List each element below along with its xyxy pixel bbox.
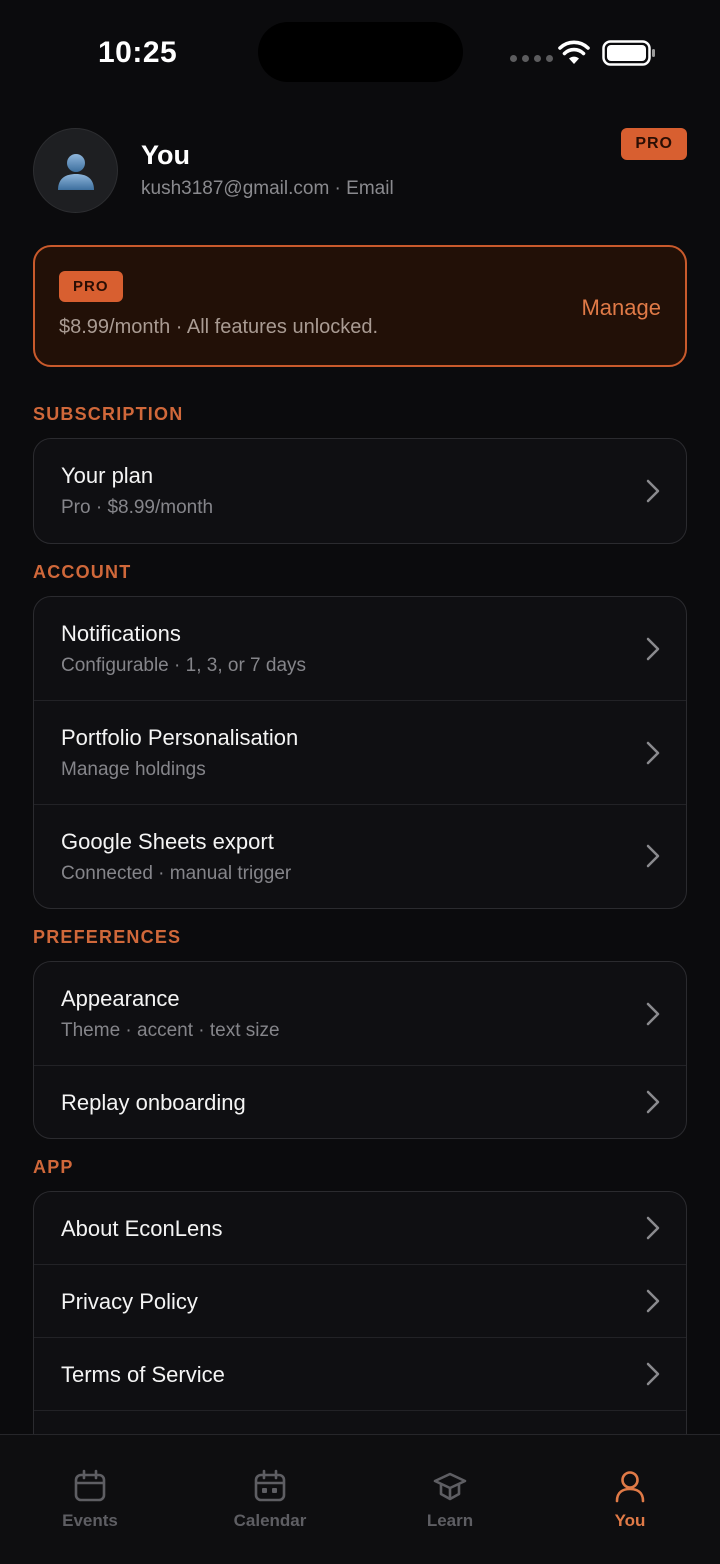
section-label-app: APP [33, 1157, 74, 1177]
bottom-tab-bar: Events Calendar Learn You [0, 1434, 720, 1564]
row-google-sheets-export[interactable]: Google Sheets export Connected · manual … [34, 805, 686, 907]
row-subtitle: Pro · $8.99/month [61, 497, 214, 518]
battery-icon [602, 40, 655, 66]
user-silhouette-icon [57, 153, 94, 190]
chevron-right-icon [646, 1090, 660, 1114]
row-title: Google Sheets export [61, 829, 274, 854]
section-label-preferences: PREFERENCES [33, 927, 182, 947]
row-title: Notifications [61, 621, 181, 646]
tab-learn[interactable]: Learn [360, 1435, 540, 1545]
chevron-right-icon [646, 844, 660, 868]
banner-description: $8.99/month · All features unlocked. [59, 316, 379, 338]
row-title: Terms of Service [61, 1362, 225, 1387]
account-card: Notifications Configurable · 1, 3, or 7 … [33, 596, 687, 909]
row-title: About EconLens [61, 1216, 223, 1241]
graduation-cap-icon [433, 1472, 467, 1501]
chevron-right-icon [646, 1289, 660, 1313]
chevron-right-icon [646, 637, 660, 660]
row-about-econlens[interactable]: About EconLens [34, 1192, 686, 1265]
row-privacy-policy[interactable]: Privacy Policy [34, 1265, 686, 1338]
row-subtitle: Theme · accent · text size [61, 1020, 280, 1041]
row-portfolio-personalisation[interactable]: Portfolio Personalisation Manage holding… [34, 701, 686, 805]
tab-label: Events [62, 1511, 118, 1530]
subscription-card: Your plan Pro · $8.99/month [33, 438, 687, 544]
row-title: Replay onboarding [61, 1090, 246, 1115]
section-label-account: ACCOUNT [33, 562, 132, 582]
profile-name: You [141, 140, 190, 170]
tab-label: Learn [426, 1511, 474, 1530]
dynamic-island [258, 22, 463, 82]
row-notifications[interactable]: Notifications Configurable · 1, 3, or 7 … [34, 597, 686, 701]
chevron-right-icon [646, 1216, 660, 1240]
row-title: Privacy Policy [61, 1289, 198, 1314]
profile-screen: 10:25 You kush3187@gmail.com · Email PRO… [0, 0, 720, 1564]
row-subtitle: Configurable · 1, 3, or 7 days [61, 655, 307, 676]
status-bar: 10:25 [0, 0, 720, 110]
row-replay-onboarding[interactable]: Replay onboarding [34, 1066, 686, 1138]
tab-calendar[interactable]: Calendar [180, 1435, 360, 1545]
chevron-right-icon [646, 741, 660, 764]
row-subtitle: Connected · manual trigger [61, 863, 292, 884]
user-icon [615, 1471, 645, 1503]
tab-label: Calendar [233, 1511, 307, 1530]
preferences-card: Appearance Theme · accent · text size Re… [33, 961, 687, 1139]
tab-you[interactable]: You [540, 1435, 720, 1545]
chevron-right-icon [646, 479, 660, 502]
calendar-grid-icon [254, 1469, 286, 1502]
cellular-signal-icon [510, 55, 553, 62]
pro-subscription-banner[interactable]: PRO $8.99/month · All features unlocked.… [33, 245, 687, 367]
row-terms-of-service[interactable]: Terms of Service [34, 1338, 686, 1411]
row-title: Portfolio Personalisation [61, 725, 299, 750]
row-subtitle: Manage holdings [61, 759, 206, 780]
manage-button[interactable]: Manage [581, 295, 661, 321]
chevron-right-icon [646, 1362, 660, 1386]
chevron-right-icon [646, 1002, 660, 1025]
row-appearance[interactable]: Appearance Theme · accent · text size [34, 962, 686, 1066]
section-label-subscription: SUBSCRIPTION [33, 404, 184, 424]
avatar[interactable] [33, 128, 118, 213]
tab-label: You [614, 1511, 646, 1530]
profile-header: You kush3187@gmail.com · Email PRO [33, 128, 687, 214]
row-title: Your plan [61, 463, 154, 488]
status-time: 10:25 [98, 36, 178, 69]
banner-pro-badge: PRO [59, 271, 123, 302]
wifi-icon [558, 40, 590, 64]
row-your-plan[interactable]: Your plan Pro · $8.99/month [34, 439, 686, 542]
pro-badge: PRO [621, 128, 687, 160]
profile-email: kush3187@gmail.com · Email [141, 178, 394, 199]
calendar-icon [74, 1469, 106, 1502]
row-title: Appearance [61, 986, 180, 1011]
tab-events[interactable]: Events [0, 1435, 180, 1545]
